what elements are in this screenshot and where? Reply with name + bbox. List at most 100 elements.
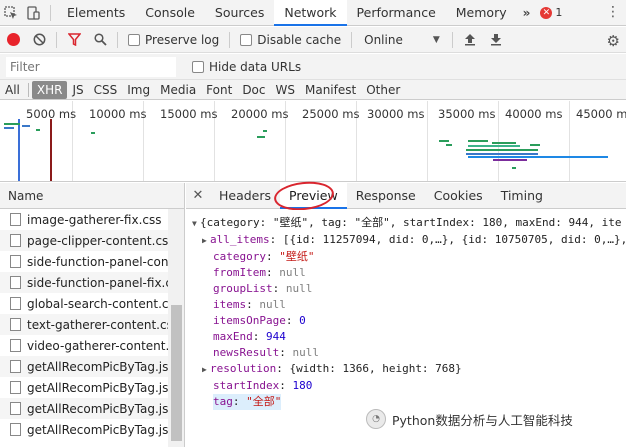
watermark: ◔ Python数据分析与人工智能科技 <box>366 409 573 429</box>
error-counter[interactable]: ✕ 1 <box>536 6 566 19</box>
type-manifest[interactable]: Manifest <box>300 81 361 99</box>
request-name: page-clipper-content.css <box>27 233 168 248</box>
dom-content-loaded-marker <box>18 119 20 181</box>
request-bar <box>468 140 488 142</box>
tab-elements[interactable]: Elements <box>57 0 135 26</box>
throttle-value: Online <box>364 32 403 47</box>
json-field-row-selected[interactable]: tag: "全部" <box>213 394 282 410</box>
file-icon <box>10 234 21 247</box>
hide-data-urls-label: Hide data URLs <box>209 59 302 74</box>
request-name: getAllRecomPicByTag.jsp?c... <box>27 380 168 395</box>
search-button[interactable] <box>87 27 113 53</box>
clear-button[interactable] <box>26 27 52 53</box>
tab-cookies[interactable]: Cookies <box>425 183 492 209</box>
error-icon: ✕ <box>540 6 553 19</box>
network-toolbar: Preserve log Disable cache Online ▼ ⚙ <box>0 27 626 53</box>
inspect-element-icon[interactable] <box>0 0 22 26</box>
request-list: image-gatherer-fix.css page-clipper-cont… <box>0 209 168 447</box>
gear-icon[interactable]: ⚙ <box>607 32 620 50</box>
device-toolbar-icon[interactable] <box>22 0 44 26</box>
hide-data-urls-checkbox[interactable]: Hide data URLs <box>186 60 307 74</box>
type-ws[interactable]: WS <box>271 81 300 99</box>
request-name: image-gatherer-fix.css <box>27 212 162 227</box>
type-css[interactable]: CSS <box>89 81 123 99</box>
request-row[interactable]: side-function-panel-conte... <box>0 251 168 272</box>
tab-console[interactable]: Console <box>135 0 205 26</box>
filter-input[interactable] <box>6 56 176 77</box>
timeline-label: 20000 ms <box>231 107 289 121</box>
json-field-row: itemsOnPage: 0 <box>213 314 306 327</box>
watermark-text: Python数据分析与人工智能科技 <box>392 412 573 428</box>
request-bar <box>466 153 538 155</box>
type-media[interactable]: Media <box>155 81 201 99</box>
json-field-row: items: null <box>213 298 286 311</box>
preserve-log-checkbox[interactable]: Preserve log <box>122 33 225 47</box>
request-name: getAllRecomPicByTag.jsp?c... <box>27 401 168 416</box>
request-name: getAllRecomPicByTag.jsp?c... <box>27 359 168 374</box>
request-row[interactable]: video-gatherer-content.css <box>0 335 168 356</box>
triangle-down-icon: ▼ <box>192 219 197 228</box>
tab-headers[interactable]: Headers <box>210 183 280 209</box>
json-resolution-row[interactable]: ▶ resolution: {width: 1366, height: 768} <box>192 361 626 378</box>
type-font[interactable]: Font <box>201 81 237 99</box>
request-row[interactable]: text-gatherer-content.css <box>0 314 168 335</box>
error-count: 1 <box>555 6 563 19</box>
type-all[interactable]: All <box>0 81 25 99</box>
request-name: global-search-content.css <box>27 296 168 311</box>
type-other[interactable]: Other <box>361 81 405 99</box>
wechat-icon: ◔ <box>366 409 386 429</box>
request-row[interactable]: getAllRecomPicByTag.jsp?c... <box>0 356 168 377</box>
timeline-label: 30000 ms <box>367 107 425 121</box>
toolbar-divider <box>451 31 453 48</box>
type-js[interactable]: JS <box>67 81 88 99</box>
clear-icon <box>33 33 45 46</box>
more-tabs-button[interactable]: » <box>517 6 537 20</box>
disable-cache-label: Disable cache <box>257 32 342 47</box>
toolbar-divider <box>229 31 231 48</box>
file-icon <box>10 276 21 289</box>
export-har-button[interactable] <box>483 27 509 53</box>
request-bar <box>257 136 265 138</box>
request-row[interactable]: page-clipper-content.css <box>0 230 168 251</box>
kebab-menu-icon[interactable]: ⋮ <box>606 4 620 20</box>
scrollbar-thumb[interactable] <box>171 305 182 441</box>
tab-response[interactable]: Response <box>347 183 425 209</box>
request-row[interactable]: side-function-panel-fix.css <box>0 272 168 293</box>
tab-performance[interactable]: Performance <box>347 0 446 26</box>
request-list-scrollbar[interactable] <box>168 209 185 447</box>
request-row[interactable]: getAllRecomPicByTag.jsp?c... <box>0 377 168 398</box>
file-icon <box>10 255 21 268</box>
json-all-items-row[interactable]: ▶ all_items: [{id: 11257094, did: 0,…}, {… <box>192 232 626 249</box>
request-row[interactable]: image-gatherer-fix.css <box>0 209 168 230</box>
request-bar <box>468 145 520 147</box>
timeline-label: 45000 ms <box>576 107 626 121</box>
json-field-row: category: "壁纸" <box>213 250 315 263</box>
type-xhr[interactable]: XHR <box>31 80 68 99</box>
request-row[interactable]: getAllRecomPicByTag.jsp?c... <box>0 398 168 419</box>
chevron-down-icon: ▼ <box>432 34 440 45</box>
type-doc[interactable]: Doc <box>237 81 270 99</box>
close-icon[interactable]: ✕ <box>186 188 210 203</box>
request-name: side-function-panel-fix.css <box>27 275 168 290</box>
tab-timing[interactable]: Timing <box>492 183 552 209</box>
request-row[interactable]: global-search-content.css <box>0 293 168 314</box>
request-row[interactable]: getAllRecomPicByTag.jsp?c... <box>0 419 168 440</box>
tab-sources[interactable]: Sources <box>205 0 274 26</box>
filter-toggle-button[interactable] <box>61 27 87 53</box>
timeline-overview[interactable]: 5000 ms 10000 ms 15000 ms 20000 ms 25000… <box>0 101 626 182</box>
toolbar-divider <box>56 31 57 48</box>
request-bar <box>493 159 527 161</box>
tab-network[interactable]: Network <box>274 0 347 26</box>
import-har-button[interactable] <box>457 27 483 53</box>
type-img[interactable]: Img <box>122 81 155 99</box>
tab-memory[interactable]: Memory <box>446 0 517 26</box>
request-bar <box>446 144 452 146</box>
record-icon <box>6 33 20 46</box>
triangle-right-icon: ▶ <box>202 236 207 245</box>
disable-cache-checkbox[interactable]: Disable cache <box>234 33 347 47</box>
checkbox-box <box>128 33 140 46</box>
throttle-select[interactable]: Online ▼ <box>356 33 448 47</box>
record-button[interactable] <box>0 27 26 53</box>
json-root-summary[interactable]: ▼ {category: "壁纸", tag: "全部", startIndex:… <box>192 215 626 232</box>
name-column-header[interactable]: Name <box>0 183 185 209</box>
